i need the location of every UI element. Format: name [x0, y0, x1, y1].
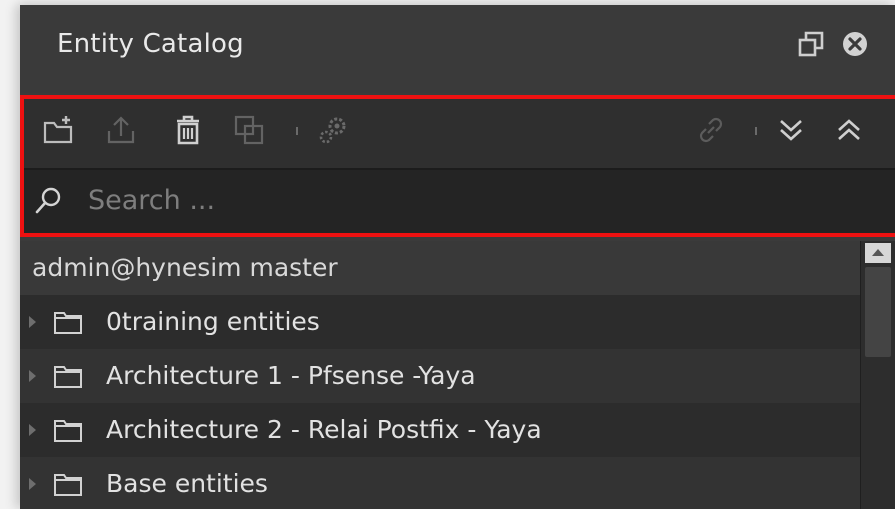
expand-all-icon[interactable]: [774, 113, 808, 147]
link-icon[interactable]: [694, 113, 728, 147]
scroll-up-arrow-icon[interactable]: [865, 243, 891, 263]
tree-item-label: Base entities: [106, 469, 268, 498]
expand-caret-icon[interactable]: [29, 478, 36, 490]
tree-item[interactable]: Base entities: [20, 457, 860, 509]
tree-item-label: Architecture 2 - Relai Postfix - Yaya: [106, 415, 542, 444]
folder-icon: [54, 312, 82, 334]
tree-root-header[interactable]: admin@hynesim master: [20, 241, 860, 295]
collapse-all-icon[interactable]: [832, 113, 866, 147]
toolbar-separator: [296, 127, 298, 135]
title-bar: Entity Catalog: [20, 5, 895, 93]
folder-icon: [54, 366, 82, 388]
search-icon: [35, 187, 61, 214]
tree-item[interactable]: Architecture 1 - Pfsense -Yaya: [20, 349, 860, 403]
new-folder-icon[interactable]: [41, 113, 75, 147]
trash-icon[interactable]: [171, 113, 205, 147]
tree-root-label: admin@hynesim master: [32, 253, 338, 282]
vertical-scrollbar[interactable]: [860, 241, 895, 509]
restore-icon[interactable]: [796, 29, 826, 59]
entity-catalog-panel: Entity Catalog Search ... admin@hynesim …: [20, 5, 895, 509]
expand-caret-icon[interactable]: [29, 316, 36, 328]
panel-title: Entity Catalog: [57, 29, 244, 59]
folder-icon: [54, 420, 82, 442]
close-icon[interactable]: [840, 29, 870, 59]
toolbar-separator: [755, 127, 757, 135]
tree-item[interactable]: Architecture 2 - Relai Postfix - Yaya: [20, 403, 860, 457]
expand-caret-icon[interactable]: [29, 424, 36, 436]
upload-icon[interactable]: [104, 113, 138, 147]
scroll-thumb[interactable]: [865, 267, 891, 357]
search-bar: [24, 168, 895, 234]
folder-icon: [54, 474, 82, 496]
gears-icon[interactable]: [316, 113, 350, 147]
tree-item-label: 0training entities: [106, 307, 320, 336]
tree-item-label: Architecture 1 - Pfsense -Yaya: [106, 361, 476, 390]
tree-item[interactable]: 0training entities: [20, 295, 860, 349]
copy-icon[interactable]: [232, 113, 266, 147]
expand-caret-icon[interactable]: [29, 370, 36, 382]
search-input[interactable]: [88, 180, 848, 220]
